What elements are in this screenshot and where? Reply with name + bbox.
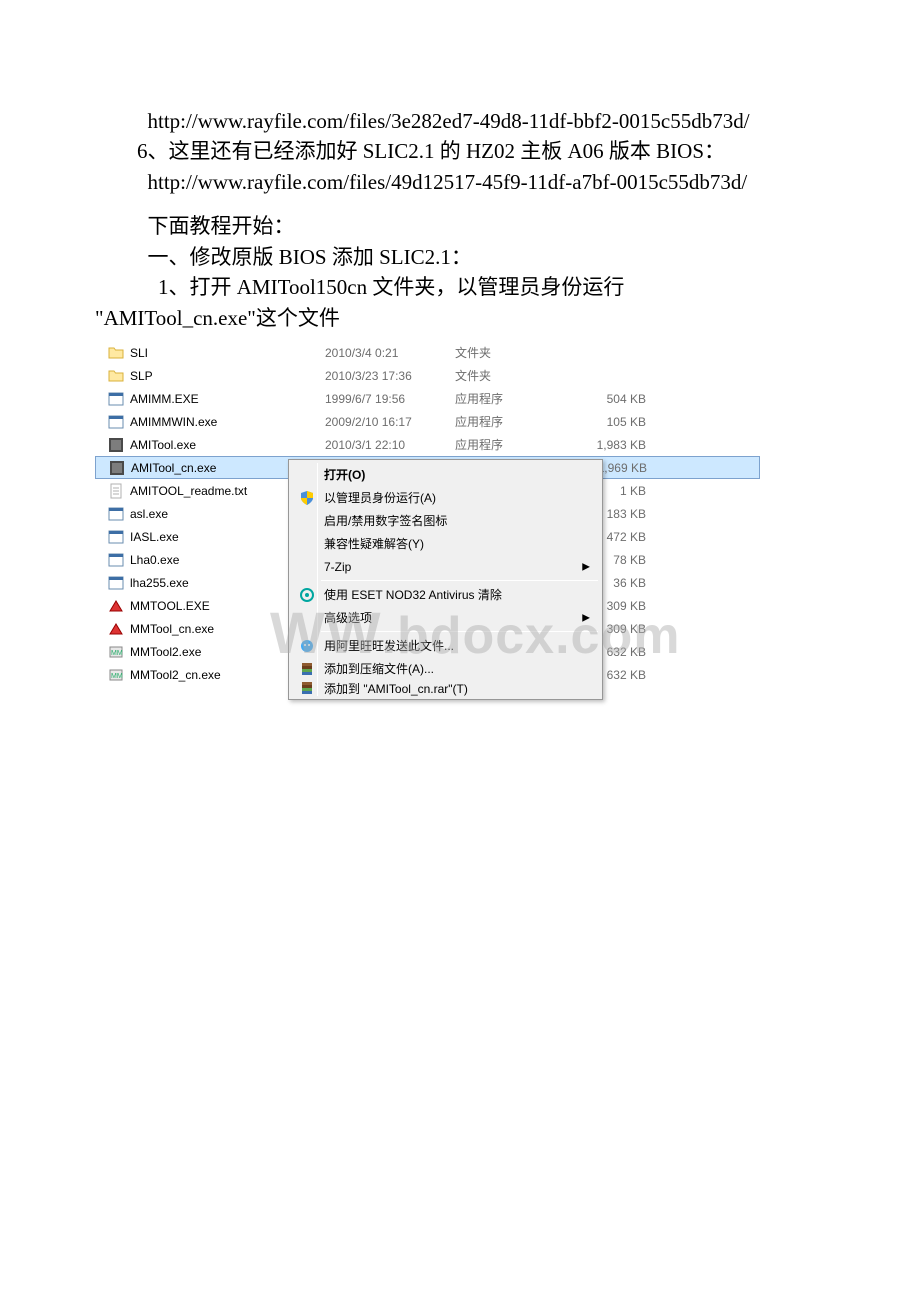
tool-icon xyxy=(109,460,125,476)
file-row[interactable]: SLI2010/3/4 0:21文件夹 xyxy=(95,341,760,364)
context-menu-item[interactable]: 启用/禁用数字签名图标 xyxy=(291,509,600,532)
menu-item-label: 使用 ESET NOD32 Antivirus 清除 xyxy=(319,586,502,603)
app-icon xyxy=(108,391,124,407)
file-name: AMITool.exe xyxy=(130,438,325,452)
mm2-icon: MM xyxy=(108,667,124,683)
app-icon xyxy=(108,575,124,591)
context-menu-item[interactable]: 打开(O) xyxy=(291,463,600,486)
context-menu-item[interactable]: 以管理员身份运行(A) xyxy=(291,486,600,509)
submenu-arrow-icon: ▶ xyxy=(582,612,590,623)
txt-icon xyxy=(108,483,124,499)
doc-line-url1: http://www.rayfile.com/files/3e282ed7-49… xyxy=(95,106,825,136)
context-menu-item[interactable]: 高级选项 ▶ xyxy=(291,606,600,629)
context-menu-item[interactable]: 添加到压缩文件(A)... xyxy=(291,657,600,680)
file-name: SLP xyxy=(130,369,325,383)
svg-text:MM: MM xyxy=(111,673,123,680)
file-row[interactable]: AMIMM.EXE1999/6/7 19:56应用程序504 KB xyxy=(95,387,760,410)
menu-item-label: 添加到压缩文件(A)... xyxy=(319,660,434,677)
file-size: 105 KB xyxy=(555,415,650,429)
doc-line-start: 下面教程开始： xyxy=(95,211,825,241)
menu-item-label: 启用/禁用数字签名图标 xyxy=(319,512,447,529)
app-icon xyxy=(108,552,124,568)
context-menu-item[interactable]: 用阿里旺旺发送此文件... xyxy=(291,634,600,657)
menu-separator xyxy=(321,580,598,581)
shield-icon xyxy=(295,490,319,506)
mm-icon xyxy=(108,621,124,637)
file-name: SLI xyxy=(130,346,325,360)
file-row[interactable]: AMIMMWIN.exe2009/2/10 16:17应用程序105 KB xyxy=(95,410,760,433)
file-date: 2010/3/4 0:21 xyxy=(325,346,455,360)
folder-icon xyxy=(108,345,124,361)
app-icon xyxy=(108,529,124,545)
menu-item-label: 打开(O) xyxy=(319,466,365,483)
submenu-arrow-icon: ▶ xyxy=(582,561,590,572)
file-size: 504 KB xyxy=(555,392,650,406)
file-row[interactable]: SLP2010/3/23 17:36文件夹 xyxy=(95,364,760,387)
doc-line-step1a: 1、打开 AMITool150cn 文件夹，以管理员身份运行 xyxy=(95,272,825,302)
context-menu-item[interactable]: 添加到 "AMITool_cn.rar"(T) xyxy=(291,680,600,696)
rar-icon xyxy=(295,680,319,696)
rar-icon xyxy=(295,661,319,677)
file-date: 2009/2/10 16:17 xyxy=(325,415,455,429)
menu-item-label: 添加到 "AMITool_cn.rar"(T) xyxy=(319,680,468,696)
menu-item-label: 以管理员身份运行(A) xyxy=(319,489,436,506)
file-row[interactable]: AMITool.exe2010/3/1 22:10应用程序1,983 KB xyxy=(95,433,760,456)
svg-text:MM: MM xyxy=(111,650,123,657)
file-name: AMIMM.EXE xyxy=(130,392,325,406)
file-type: 应用程序 xyxy=(455,436,555,453)
menu-item-label: 用阿里旺旺发送此文件... xyxy=(319,637,454,654)
folder-icon xyxy=(108,368,124,384)
doc-line-step1b: "AMITool_cn.exe"这个文件 xyxy=(95,303,825,333)
file-type: 应用程序 xyxy=(455,390,555,407)
context-menu-item[interactable]: 使用 ESET NOD32 Antivirus 清除 xyxy=(291,583,600,606)
mm2-icon: MM xyxy=(108,644,124,660)
mm-icon xyxy=(108,598,124,614)
app-icon xyxy=(108,414,124,430)
wangwang-icon xyxy=(295,638,319,654)
file-date: 1999/6/7 19:56 xyxy=(325,392,455,406)
doc-line-sec1: 一、修改原版 BIOS 添加 SLIC2.1： xyxy=(95,242,825,272)
explorer-screenshot: SLI2010/3/4 0:21文件夹SLP2010/3/23 17:36文件夹… xyxy=(95,341,760,686)
nod32-icon xyxy=(295,587,319,603)
context-menu[interactable]: 打开(O) 以管理员身份运行(A) 启用/禁用数字签名图标兼容性疑难解答(Y) 7-Z… xyxy=(288,459,603,700)
menu-separator xyxy=(321,631,598,632)
menu-item-label: 兼容性疑难解答(Y) xyxy=(319,535,424,552)
file-name: AMIMMWIN.exe xyxy=(130,415,325,429)
file-size: 1,983 KB xyxy=(555,438,650,452)
menu-item-label: 高级选项 xyxy=(319,609,372,626)
context-menu-item[interactable]: 兼容性疑难解答(Y) xyxy=(291,532,600,555)
tool-icon xyxy=(108,437,124,453)
file-type: 应用程序 xyxy=(455,413,555,430)
app-icon xyxy=(108,506,124,522)
doc-line-url2: http://www.rayfile.com/files/49d12517-45… xyxy=(95,167,825,197)
file-type: 文件夹 xyxy=(455,367,555,384)
menu-item-label: 7-Zip xyxy=(319,560,351,574)
context-menu-item[interactable]: 7-Zip ▶ xyxy=(291,555,600,578)
doc-line-6: 6、这里还有已经添加好 SLIC2.1 的 HZ02 主板 A06 版本 BIO… xyxy=(95,136,825,166)
file-date: 2010/3/23 17:36 xyxy=(325,369,455,383)
file-date: 2010/3/1 22:10 xyxy=(325,438,455,452)
file-type: 文件夹 xyxy=(455,344,555,361)
